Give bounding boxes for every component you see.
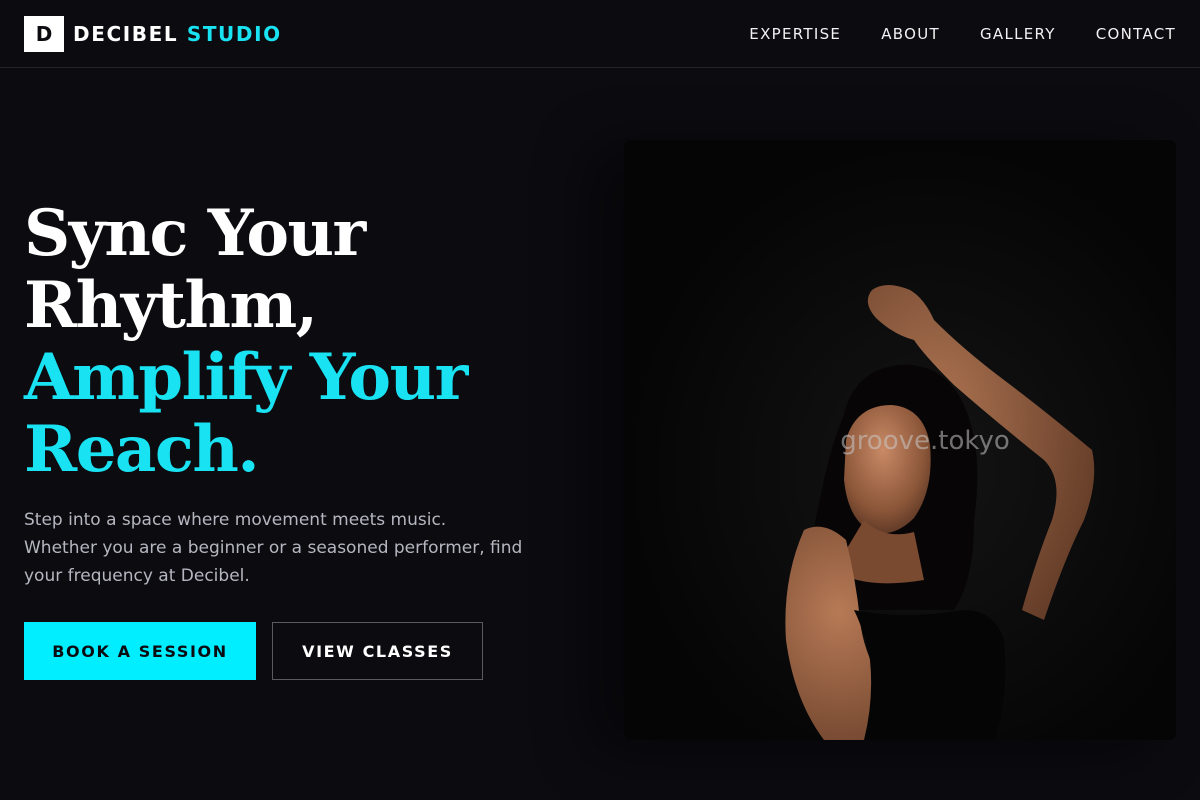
brand-logo[interactable]: D DECIBEL STUDIO: [24, 15, 282, 52]
hero-subtext: Step into a space where movement meets m…: [24, 510, 523, 586]
logo-mark: D: [24, 15, 64, 52]
top-navbar: D DECIBEL STUDIO EXPERTISE ABOUT GALLERY…: [0, 0, 1200, 68]
nav-link-gallery[interactable]: GALLERY: [980, 25, 1056, 43]
headline-accent-line-1: Amplify Your: [24, 340, 468, 415]
headline-accent-line-2: Reach.: [24, 412, 260, 487]
main-nav: EXPERTISE ABOUT GALLERY CONTACT: [749, 25, 1176, 43]
brand-name-primary: DECIBEL: [73, 21, 179, 46]
photo-watermark: groove.tokyo: [840, 426, 1010, 456]
brand-name-accent: STUDIO: [186, 21, 282, 46]
headline-line-2: Rhythm,: [24, 268, 318, 343]
view-classes-button[interactable]: VIEW CLASSES: [272, 622, 483, 680]
nav-link-expertise[interactable]: EXPERTISE: [749, 25, 841, 43]
headline-line-1: Sync Your: [24, 196, 366, 271]
brand-name: DECIBEL STUDIO: [73, 22, 282, 46]
hero-photo: groove.tokyo: [624, 140, 1176, 740]
hero-section: Sync Your Rhythm, Amplify Your Reach. St…: [24, 198, 564, 680]
nav-link-about[interactable]: ABOUT: [881, 25, 940, 43]
book-session-button[interactable]: BOOK A SESSION: [24, 622, 256, 680]
hero-headline: Sync Your Rhythm, Amplify Your Reach.: [24, 198, 564, 486]
nav-link-contact[interactable]: CONTACT: [1096, 25, 1176, 43]
cta-row: BOOK A SESSION VIEW CLASSES: [24, 622, 564, 680]
